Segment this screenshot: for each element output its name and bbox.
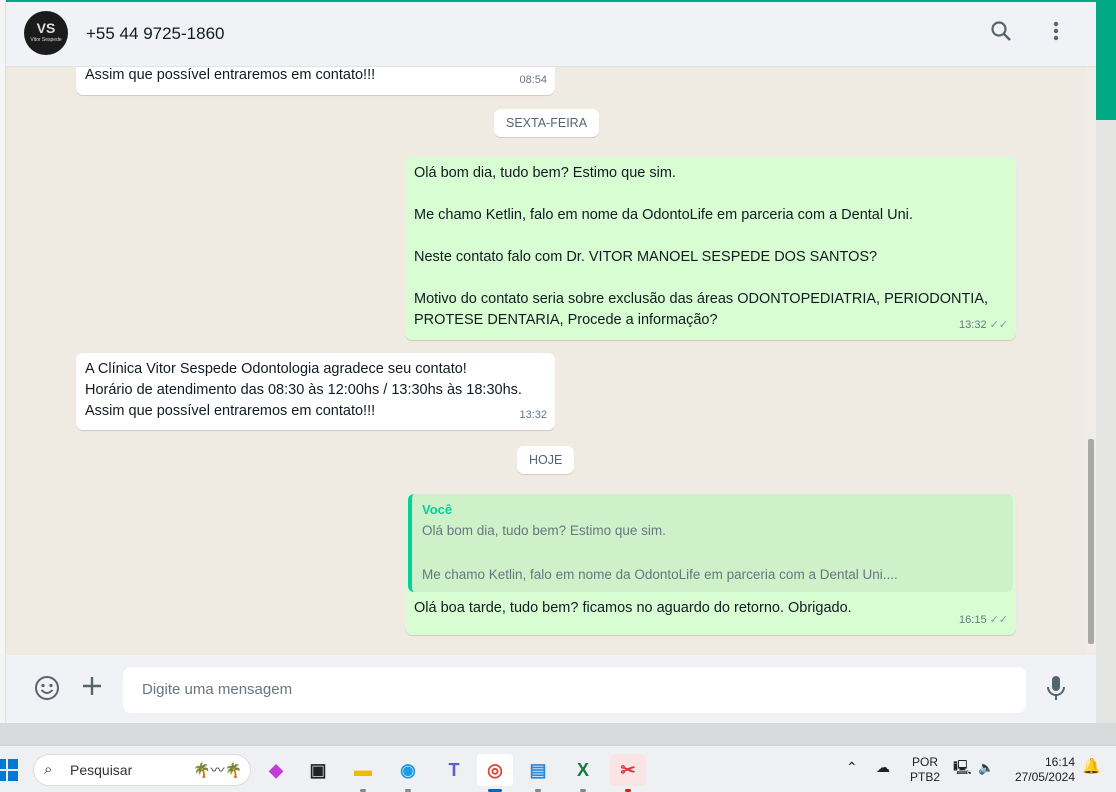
date-divider: HOJE — [517, 446, 575, 474]
file-explorer-icon[interactable]: ▬ — [345, 754, 381, 792]
message-incoming: A Clínica Vitor Sespede Odontologia agra… — [76, 353, 555, 430]
search-icon[interactable] — [988, 20, 1014, 46]
contact-name[interactable]: +55 44 9725-1860 — [86, 24, 225, 44]
windows-start-icon[interactable] — [0, 759, 18, 781]
avatar[interactable]: VS Vitor Sespede — [24, 11, 68, 55]
message-outgoing: Olá bom dia, tudo bem? Estimo que sim. M… — [405, 157, 1016, 340]
attach-plus-icon[interactable] — [78, 675, 106, 703]
message-incoming: Assim que possível entraremos em contato… — [76, 67, 555, 95]
double-check-icon: ✓✓ — [989, 319, 1008, 331]
taskbar-search[interactable]: ⌕ Pesquisar 🌴〰🌴 — [33, 754, 251, 786]
microphone-icon[interactable] — [1042, 675, 1070, 703]
snipping-tool-icon[interactable]: ✂ — [610, 754, 646, 792]
double-check-icon: ✓✓ — [989, 614, 1008, 626]
teams-icon[interactable]: T — [436, 754, 472, 786]
notification-bell-icon[interactable]: 🔔 — [1082, 759, 1101, 774]
window-bottom-edge — [0, 723, 1116, 745]
volume-icon[interactable]: 🔈 — [978, 760, 994, 775]
excel-icon[interactable]: X — [565, 754, 601, 792]
hammock-icon: 🌴〰🌴 — [193, 762, 242, 778]
clock[interactable]: 16:14 27/05/2024 — [1010, 755, 1075, 785]
onedrive-offline-icon[interactable]: ☁ — [876, 760, 890, 775]
menu-icon[interactable] — [1043, 20, 1069, 46]
taskbar: ⌕ Pesquisar 🌴〰🌴 ◆ ▣ ▬ ◉ T ◎ ▤ X ✂ ⌃ ☁ POR P… — [0, 745, 1116, 792]
edge-icon[interactable]: ◉ — [390, 754, 426, 792]
copilot-icon[interactable]: ◆ — [258, 754, 294, 786]
chevron-up-icon[interactable]: ⌃ — [846, 760, 858, 775]
background-window-edge — [1096, 0, 1116, 120]
emoji-icon[interactable] — [33, 675, 61, 703]
language-indicator[interactable]: POR PTB2 — [910, 755, 940, 785]
task-view-icon[interactable]: ▣ — [300, 754, 336, 786]
network-icon[interactable]: 🖳 — [953, 760, 972, 775]
quoted-message[interactable]: Você Olá bom dia, tudo bem? Estimo que s… — [408, 494, 1013, 592]
composer: Digite uma mensagem — [6, 655, 1096, 723]
message-list[interactable]: Assim que possível entraremos em contato… — [6, 67, 1096, 655]
date-divider: SEXTA-FEIRA — [494, 109, 600, 137]
search-icon: ⌕ — [44, 761, 53, 778]
scrollbar[interactable] — [1086, 67, 1096, 655]
message-input[interactable]: Digite uma mensagem — [123, 667, 1026, 713]
chrome-icon[interactable]: ◎ — [477, 754, 513, 792]
chat-header: VS Vitor Sespede +55 44 9725-1860 — [6, 2, 1096, 67]
scrollbar-thumb[interactable] — [1088, 439, 1094, 644]
notepad-icon[interactable]: ▤ — [520, 754, 556, 792]
message-outgoing: Você Olá bom dia, tudo bem? Estimo que s… — [405, 494, 1016, 635]
